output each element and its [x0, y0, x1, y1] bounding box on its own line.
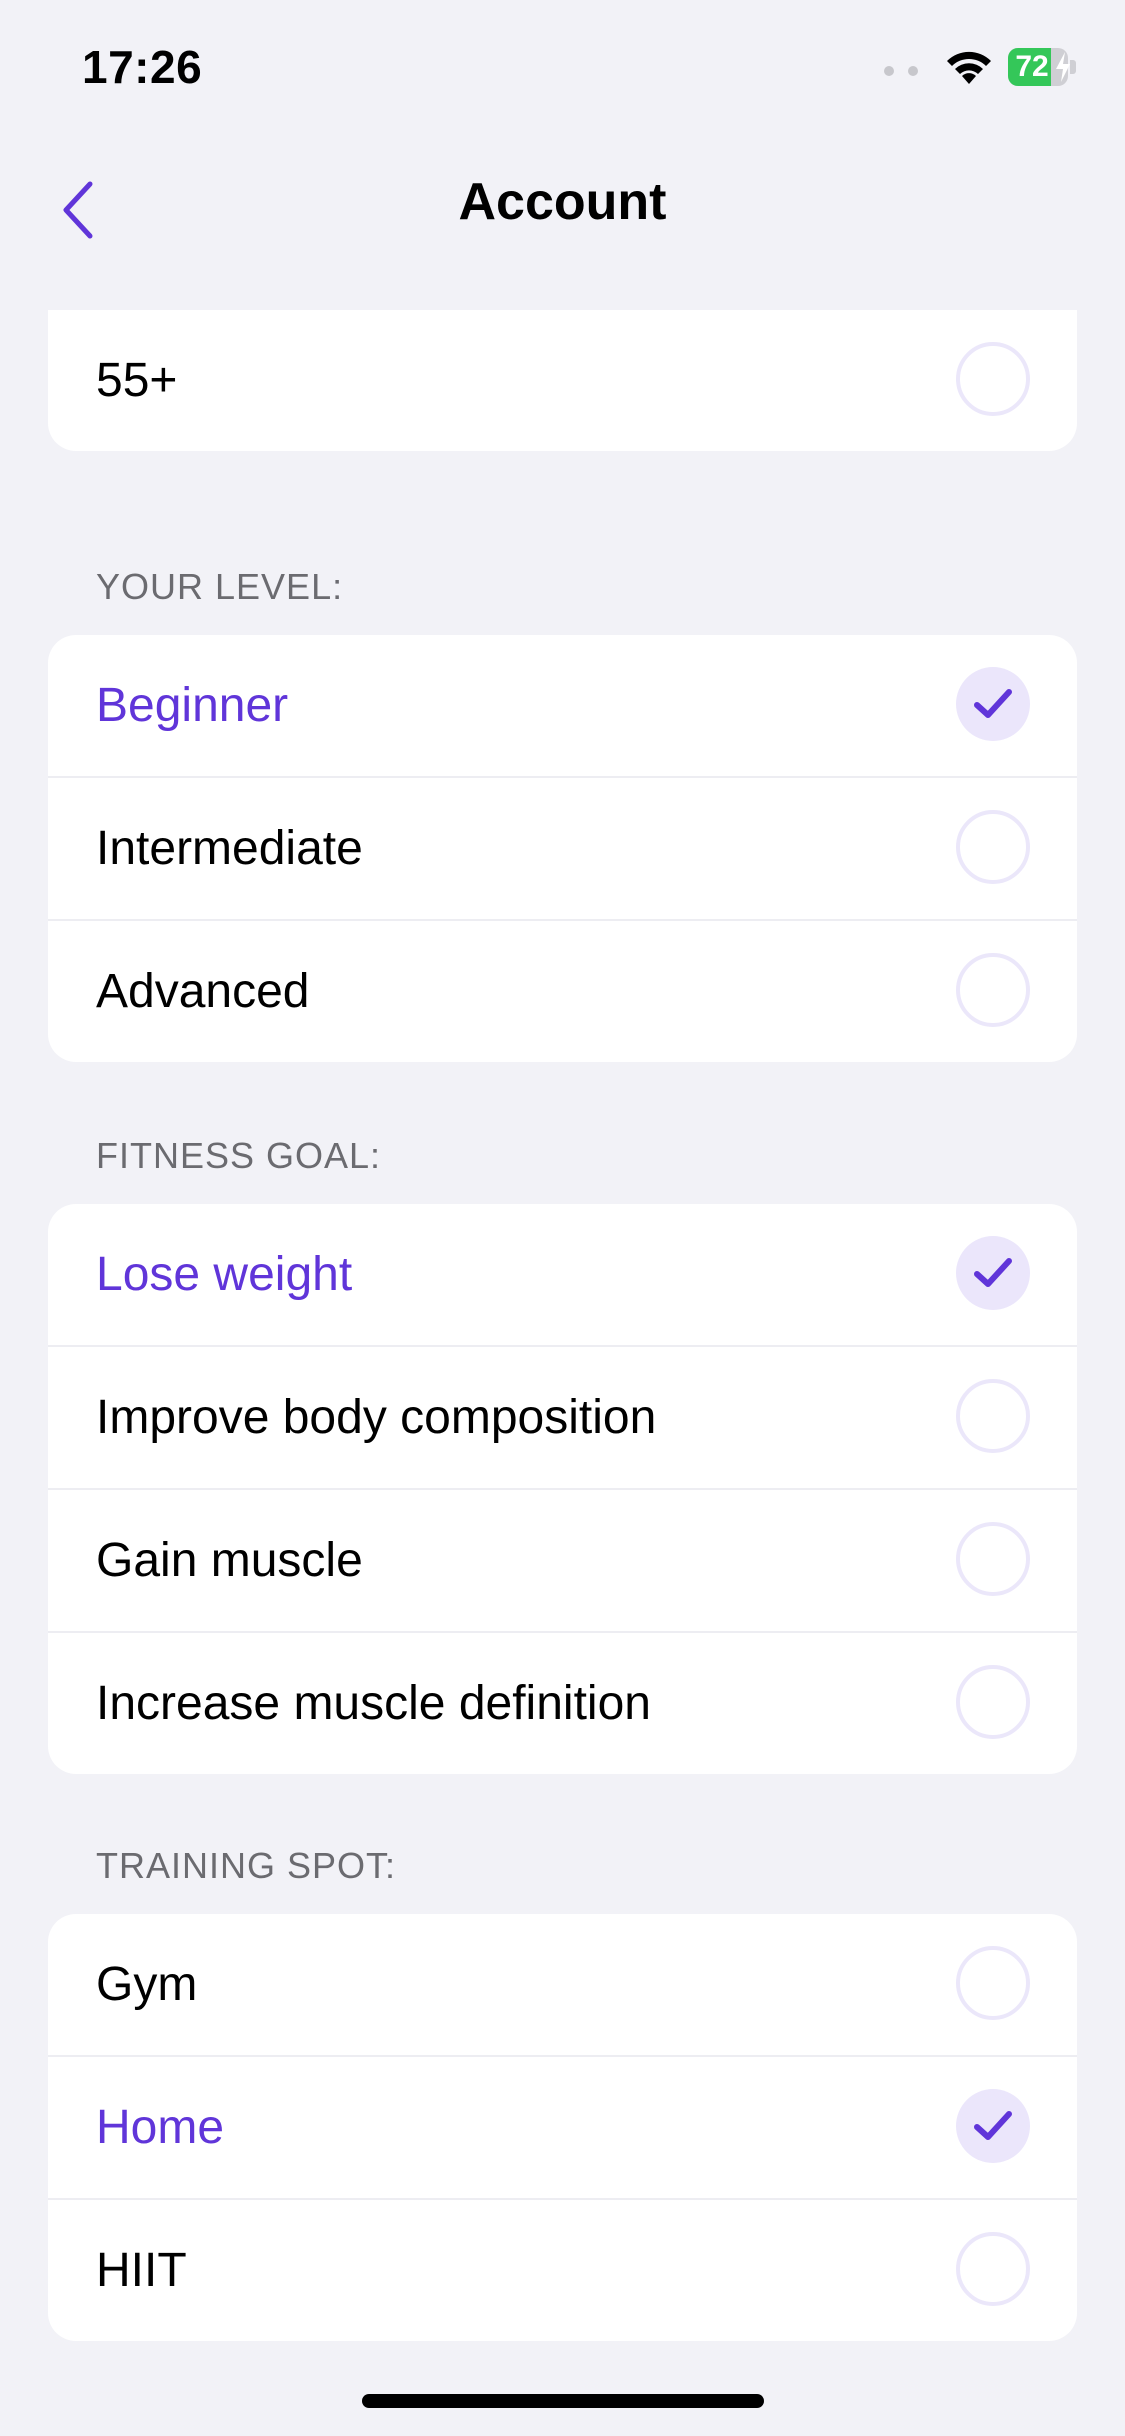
list-item[interactable]: Intermediate: [48, 776, 1077, 919]
list-item[interactable]: Improve body composition: [48, 1345, 1077, 1488]
option-label: 55+: [96, 354, 178, 407]
section-header-spot: TRAINING SPOT:: [96, 1845, 397, 1886]
radio-unchecked-icon[interactable]: [956, 342, 1030, 416]
option-label: Gain muscle: [96, 1534, 363, 1587]
radio-unchecked-icon[interactable]: [956, 1946, 1030, 2020]
list-item[interactable]: Beginner: [48, 635, 1077, 776]
checkmark-icon[interactable]: [956, 2089, 1030, 2163]
checkmark-icon[interactable]: [956, 667, 1030, 741]
page-title: Account: [458, 173, 667, 231]
status-bar: 17:26 72: [0, 0, 1125, 140]
radio-unchecked-icon[interactable]: [956, 2232, 1030, 2306]
age-card: 55+: [48, 310, 1077, 451]
list-item[interactable]: Increase muscle definition: [48, 1631, 1077, 1774]
option-label: Beginner: [96, 679, 289, 732]
list-item[interactable]: HIIT: [48, 2198, 1077, 2341]
home-indicator[interactable]: [362, 2394, 764, 2408]
signal-icon: [884, 66, 924, 80]
radio-unchecked-icon[interactable]: [956, 810, 1030, 884]
section-header-goal: FITNESS GOAL:: [96, 1135, 382, 1176]
list-item[interactable]: Advanced: [48, 919, 1077, 1062]
level-card: Beginner Intermediate Advanced: [48, 635, 1077, 1062]
battery-percent: 72: [1015, 50, 1049, 83]
list-item[interactable]: Gain muscle: [48, 1488, 1077, 1631]
list-item[interactable]: Home: [48, 2055, 1077, 2198]
nav-bar: Account: [0, 140, 1125, 310]
option-label: Intermediate: [96, 822, 363, 875]
goal-card: Lose weight Improve body composition Gain …: [48, 1204, 1077, 1774]
radio-unchecked-icon[interactable]: [956, 1522, 1030, 1596]
list-item[interactable]: Lose weight: [48, 1204, 1077, 1345]
charging-bolt-icon: [1056, 52, 1070, 82]
radio-unchecked-icon[interactable]: [956, 953, 1030, 1027]
option-label: Gym: [96, 1958, 198, 2011]
option-label: Home: [96, 2101, 225, 2154]
checkmark-icon[interactable]: [956, 1236, 1030, 1310]
wifi-icon: [947, 51, 991, 84]
battery-icon: 72: [1008, 48, 1078, 86]
option-label: Increase muscle definition: [96, 1677, 651, 1730]
option-label: HIIT: [96, 2244, 187, 2297]
list-item[interactable]: 55+: [48, 310, 1077, 451]
spot-card: Gym Home HIIT: [48, 1914, 1077, 2341]
section-header-level: YOUR LEVEL:: [96, 566, 344, 607]
settings-scroll[interactable]: 55+ YOUR LEVEL: Beginner Intermediate Adva…: [0, 310, 1125, 2390]
status-time: 17:26: [82, 41, 203, 93]
option-label: Lose weight: [96, 1248, 353, 1301]
option-label: Advanced: [96, 965, 310, 1018]
list-item[interactable]: Gym: [48, 1914, 1077, 2055]
option-label: Improve body composition: [96, 1391, 657, 1444]
radio-unchecked-icon[interactable]: [956, 1379, 1030, 1453]
radio-unchecked-icon[interactable]: [956, 1665, 1030, 1739]
